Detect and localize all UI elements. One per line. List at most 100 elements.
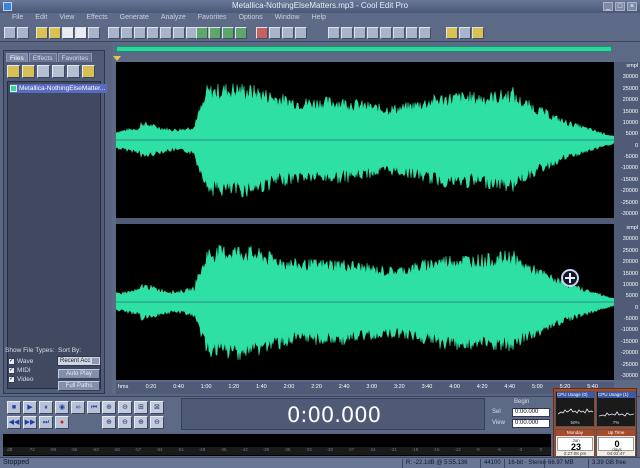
menu-analyze[interactable]: Analyze [155, 13, 192, 25]
save-icon[interactable] [62, 27, 74, 39]
close-file-icon[interactable] [88, 27, 100, 39]
sel-begin-field[interactable]: 0:00.000 [512, 408, 550, 417]
cue-list-icon[interactable] [341, 27, 353, 39]
tab-effects[interactable]: Effects [28, 53, 57, 62]
menu-window[interactable]: Window [269, 13, 306, 25]
track-lock-icon[interactable] [235, 27, 247, 39]
minimize-button[interactable]: _ [603, 2, 613, 11]
fast-forward-button[interactable]: ▶▶ [23, 416, 37, 429]
zoom-in-right-icon[interactable]: ⊕ [134, 416, 148, 429]
zoom-in-icon[interactable]: ⊕ [102, 401, 116, 414]
close-button[interactable]: × [627, 2, 637, 11]
wave-checkbox[interactable]: ✓ [8, 357, 15, 365]
view-begin-field[interactable]: 0:00.000 [512, 419, 550, 428]
undo-icon[interactable] [108, 27, 120, 39]
amplitude-tick-label: 15000 [622, 108, 638, 115]
new-file-icon[interactable] [36, 27, 48, 39]
redo-icon[interactable] [121, 27, 133, 39]
menu-help[interactable]: Help [306, 13, 332, 25]
loop-icon[interactable] [406, 27, 418, 39]
open-file-icon[interactable] [49, 27, 61, 39]
play-list-icon[interactable] [354, 27, 366, 39]
waveform-display[interactable] [116, 62, 614, 380]
go-to-start-button[interactable]: ⏮ [87, 401, 101, 414]
frequency-icon[interactable] [393, 27, 405, 39]
cut-icon[interactable] [134, 27, 146, 39]
favorite-icon[interactable] [82, 65, 95, 78]
menu-favorites[interactable]: Favorites [192, 13, 233, 25]
track-icon[interactable] [196, 27, 208, 39]
transport-buttons: ■ ▶ ⏸ ◉ ∞ ⏮ ◀◀ ▶▶ ⏭ ● [7, 401, 101, 429]
spectral-icon[interactable] [269, 27, 281, 39]
time-tick-label: 5:00 [532, 384, 543, 390]
auto-play-button[interactable]: Auto Play [58, 369, 100, 379]
zoom-in-left-icon[interactable]: ⊕ [102, 416, 116, 429]
window-title: Metallica-NothingElseMatters.mp3 - Cool … [231, 1, 409, 10]
import-icon[interactable] [22, 65, 35, 78]
menu-effects[interactable]: Effects [80, 13, 113, 25]
file-list[interactable]: Metallica-NothingElseMatter... [7, 81, 108, 389]
menu-edit[interactable]: Edit [29, 13, 53, 25]
video-checkbox[interactable]: ✓ [8, 375, 15, 383]
midi-checkbox[interactable]: ✓ [8, 366, 15, 374]
menu-view[interactable]: View [53, 13, 80, 25]
pause-button[interactable]: ⏸ [39, 401, 53, 414]
close-file-icon[interactable] [37, 65, 50, 78]
settings-icon[interactable] [419, 27, 431, 39]
maximize-button[interactable]: □ [615, 2, 625, 11]
envelope-icon[interactable] [256, 27, 268, 39]
menu-generate[interactable]: Generate [114, 13, 155, 25]
menu-options[interactable]: Options [233, 13, 269, 25]
save-as-icon[interactable] [75, 27, 87, 39]
type-row-wave[interactable]: ✓ Wave [8, 357, 33, 365]
sort-by-select[interactable]: Recent Acc [57, 356, 101, 366]
edit-view-button[interactable] [17, 27, 29, 39]
list-item[interactable]: Metallica-NothingElseMatter... [10, 84, 108, 93]
rewind-button[interactable]: ◀◀ [7, 416, 21, 429]
type-row-video[interactable]: ✓ Video [8, 375, 34, 383]
zoom-selection-icon[interactable]: ⊠ [150, 401, 164, 414]
play-button[interactable]: ▶ [23, 401, 37, 414]
paste-icon[interactable] [160, 27, 172, 39]
play-file-icon[interactable] [67, 65, 80, 78]
cpu-0-title: CPU Usage (0) [557, 392, 595, 398]
stop-button[interactable]: ■ [7, 401, 21, 414]
app-icon[interactable] [3, 2, 12, 11]
play-to-end-button[interactable]: ◉ [55, 401, 69, 414]
waveform-icon[interactable] [282, 27, 294, 39]
menu-file[interactable]: File [6, 13, 29, 25]
loop-button[interactable]: ∞ [71, 401, 85, 414]
type-row-midi[interactable]: ✓ MIDI [8, 366, 31, 374]
zoom-full-icon[interactable]: ⊞ [134, 401, 148, 414]
info-icon[interactable] [380, 27, 392, 39]
copy-icon[interactable] [147, 27, 159, 39]
snap-icon[interactable] [295, 27, 307, 39]
full-paths-button[interactable]: Full Paths [58, 381, 100, 391]
zoom-out-left-icon[interactable]: ⊖ [118, 416, 132, 429]
help-icon[interactable] [472, 27, 484, 39]
open-file-icon[interactable] [7, 65, 20, 78]
go-to-end-button[interactable]: ⏭ [39, 416, 53, 429]
record-button[interactable]: ● [55, 416, 69, 429]
time-ruler[interactable]: hms 0:20 0:40 1:00 1:20 1:40 2:00 2:20 2:40 3:00 3… [116, 382, 614, 394]
chevron-down-icon[interactable] [92, 358, 99, 364]
zoom-out-icon[interactable]: ⊖ [118, 401, 132, 414]
tab-files[interactable]: Files [6, 53, 28, 62]
batch-icon[interactable] [459, 27, 471, 39]
script-icon[interactable] [446, 27, 458, 39]
amplitude-tick-label: -10000 [620, 327, 638, 334]
zero-cross-icon[interactable] [367, 27, 379, 39]
track-add-icon[interactable] [209, 27, 221, 39]
insert-icon[interactable] [52, 65, 65, 78]
tab-favorites[interactable]: Favorites [57, 53, 93, 62]
overview-strip[interactable] [116, 46, 612, 52]
track-mix-icon[interactable] [222, 27, 234, 39]
multitrack-view-button[interactable] [4, 27, 16, 39]
cpu-1-graph [599, 411, 634, 417]
cpu-0-percent: 50% [570, 420, 580, 425]
paste-new-icon[interactable] [173, 27, 185, 39]
status-bar: Stopped R: -22.1dB @ 5:55.136 44100 16-b… [0, 457, 640, 468]
zoom-out-right-icon[interactable]: ⊖ [150, 416, 164, 429]
cue-icon[interactable] [328, 27, 340, 39]
start-marker-icon[interactable] [113, 56, 121, 61]
